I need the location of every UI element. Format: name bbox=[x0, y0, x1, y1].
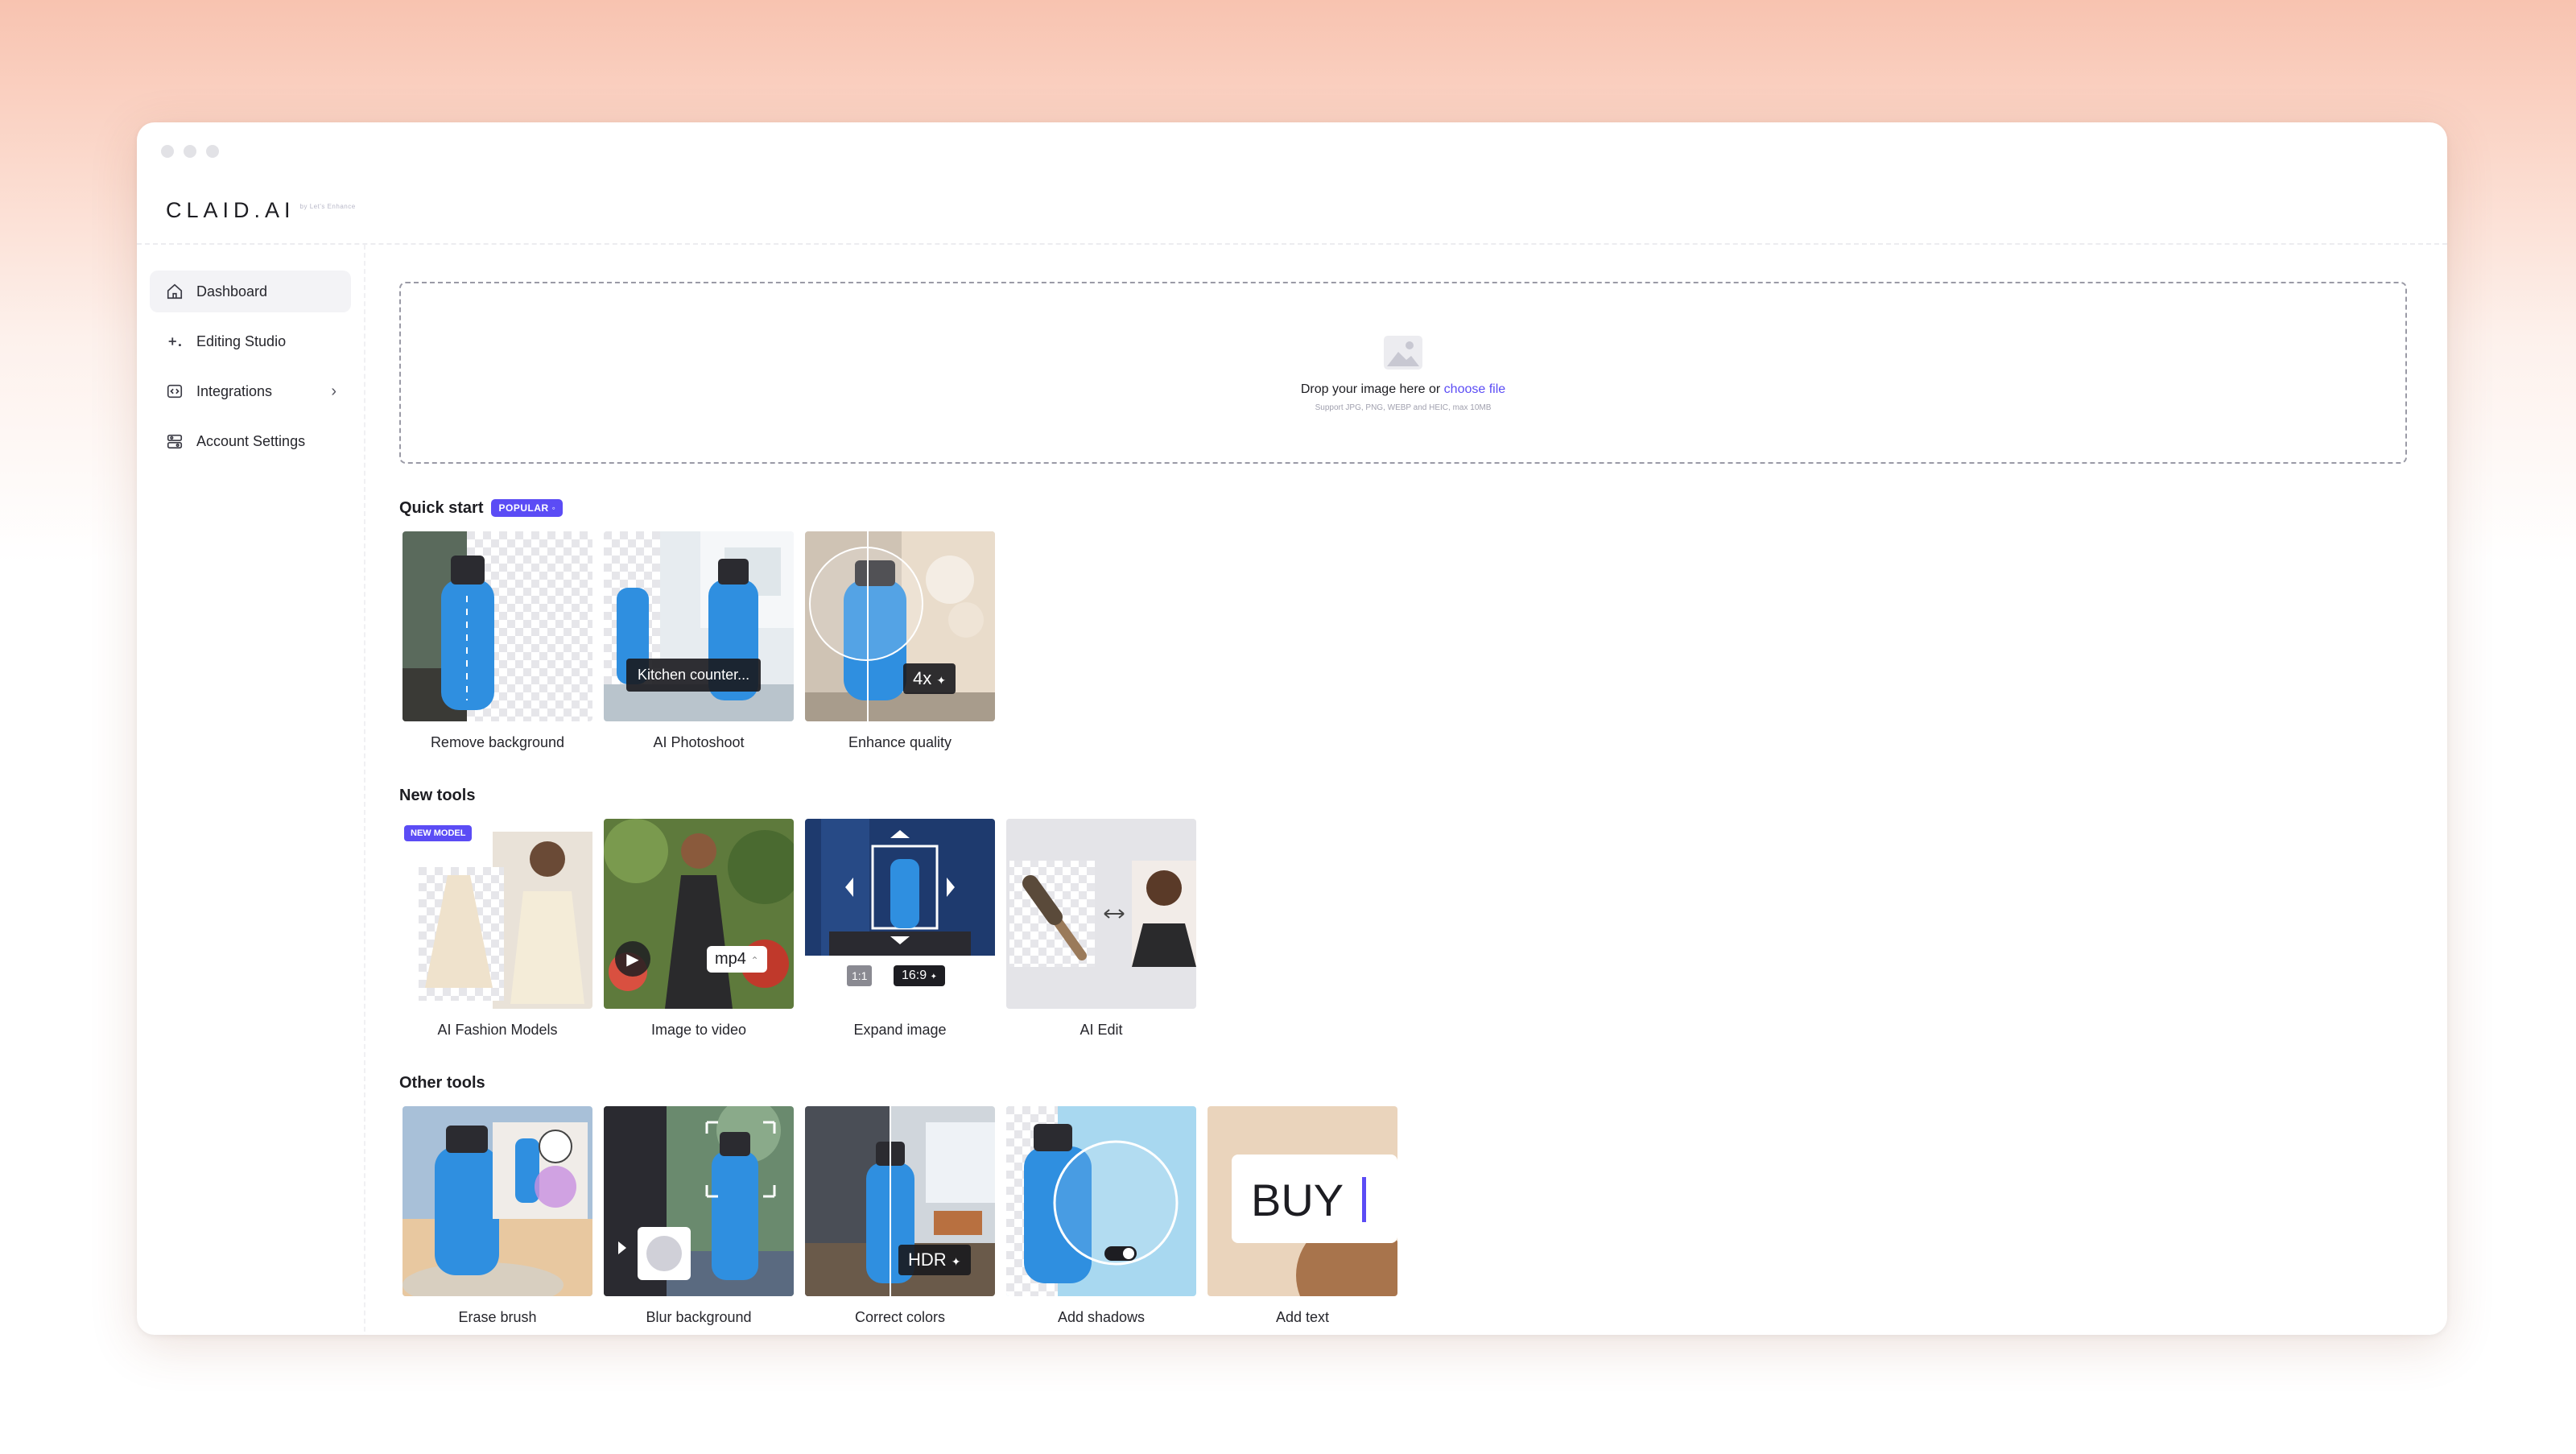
tool-thumbnail: NEW MODEL bbox=[402, 819, 592, 1009]
tool-label: Blur background bbox=[646, 1309, 752, 1325]
sidebar-item-account-settings[interactable]: Account Settings bbox=[150, 420, 351, 462]
sparkle-plus-icon bbox=[164, 331, 185, 352]
upload-text: Drop your image here or choose file bbox=[1301, 382, 1505, 397]
tool-label: Enhance quality bbox=[848, 734, 952, 750]
new-tools-title: New tools bbox=[399, 786, 476, 804]
tool-label: AI Photoshoot bbox=[653, 734, 745, 750]
tool-thumbnail bbox=[402, 531, 592, 721]
tool-thumbnail: HDR ✦ bbox=[805, 1106, 995, 1296]
home-icon bbox=[164, 281, 185, 302]
tool-label: Remove background bbox=[430, 734, 565, 750]
sparkle-icon: ✦ bbox=[951, 1255, 961, 1268]
tool-thumbnail bbox=[604, 1106, 794, 1296]
tool-label: Image to video bbox=[650, 1022, 747, 1038]
window-maximize-dot[interactable] bbox=[206, 145, 219, 158]
tool-card-correct-colors[interactable]: HDR ✦ Correct colors bbox=[805, 1106, 995, 1326]
tool-card-expand-image[interactable]: 1:1 16:9 ✦ Expand image bbox=[805, 819, 995, 1039]
tool-card-ai-edit[interactable]: AI Edit bbox=[1006, 819, 1196, 1039]
format-selector[interactable]: mp4 ⌃ bbox=[707, 946, 767, 973]
popular-badge: POPULAR ◦ bbox=[491, 499, 564, 517]
tool-thumbnail: Kitchen counter... bbox=[604, 531, 794, 721]
upscale-overlay: 4x ✦ bbox=[903, 663, 956, 694]
window-close-dot[interactable] bbox=[161, 145, 174, 158]
quick-start-cards: Remove background Kitchen counter... AI … bbox=[402, 531, 2412, 751]
sparkle-icon: ✦ bbox=[936, 674, 947, 687]
ratio-option-wide[interactable]: 16:9 ✦ bbox=[894, 965, 945, 986]
sidebar-divider bbox=[364, 245, 365, 1335]
tool-thumbnail bbox=[402, 1106, 592, 1296]
tool-thumbnail: 4x ✦ bbox=[805, 531, 995, 721]
choose-file-link[interactable]: choose file bbox=[1444, 382, 1506, 396]
tool-card-add-shadows[interactable]: Add shadows bbox=[1006, 1106, 1196, 1326]
prompt-overlay: Kitchen counter... bbox=[626, 659, 762, 692]
new-model-badge: NEW MODEL bbox=[404, 825, 473, 841]
logo[interactable]: CLAID.AI by Let's Enhance bbox=[166, 198, 356, 223]
fire-icon: ◦ bbox=[551, 502, 556, 514]
section-title: Other tools bbox=[399, 1071, 2412, 1095]
chevron-right-icon[interactable]: › bbox=[331, 382, 336, 401]
tool-label: Erase brush bbox=[458, 1309, 537, 1325]
quick-start-section: Quick start POPULAR ◦ Remove background … bbox=[399, 496, 2412, 751]
ratio-value: 16:9 bbox=[902, 969, 927, 982]
tool-card-image-to-video[interactable]: ▶ mp4 ⌃ Image to video bbox=[604, 819, 794, 1039]
sidebar-item-integrations[interactable]: Integrations › bbox=[150, 370, 351, 412]
upload-subtext: Support JPG, PNG, WEBP and HEIC, max 10M… bbox=[1315, 403, 1492, 412]
tool-card-add-text[interactable]: BUY Add text bbox=[1208, 1106, 1397, 1326]
popular-badge-text: POPULAR bbox=[498, 502, 549, 514]
section-title: Quick start POPULAR ◦ bbox=[399, 496, 2412, 520]
sidebar: Dashboard Editing Studio Integrations › … bbox=[150, 271, 351, 470]
sidebar-item-label: Integrations bbox=[196, 382, 273, 399]
main-content: Drop your image here or choose file Supp… bbox=[399, 282, 2412, 1326]
app-window: CLAID.AI by Let's Enhance Dashboard Edit… bbox=[137, 122, 2447, 1335]
tool-card-remove-background[interactable]: Remove background bbox=[402, 531, 592, 751]
tool-thumbnail: ▶ mp4 ⌃ bbox=[604, 819, 794, 1009]
tool-thumbnail: BUY bbox=[1208, 1106, 1397, 1296]
play-icon[interactable]: ▶ bbox=[615, 941, 650, 977]
tool-card-enhance-quality[interactable]: 4x ✦ Enhance quality bbox=[805, 531, 995, 751]
new-tools-section: New tools NEW MODEL AI Fashion Models ▶ … bbox=[399, 783, 2412, 1039]
tool-thumbnail bbox=[1006, 819, 1196, 1009]
hdr-overlay: HDR ✦ bbox=[898, 1245, 971, 1275]
upload-prompt: Drop your image here or bbox=[1300, 382, 1444, 396]
hdr-label: HDR bbox=[908, 1250, 947, 1270]
other-tools-section: Other tools Erase brush Blur background … bbox=[399, 1071, 2412, 1326]
quick-start-title: Quick start bbox=[399, 498, 484, 517]
tool-card-erase-brush[interactable]: Erase brush bbox=[402, 1106, 592, 1326]
logo-text: CLAID.AI bbox=[166, 198, 295, 222]
other-tools-cards: Erase brush Blur background HDR ✦ Correc… bbox=[402, 1106, 2412, 1326]
window-controls bbox=[161, 145, 219, 158]
chevron-up-icon: ⌃ bbox=[750, 955, 759, 966]
window-minimize-dot[interactable] bbox=[184, 145, 196, 158]
tool-label: AI Edit bbox=[1080, 1022, 1123, 1038]
tool-label: AI Fashion Models bbox=[437, 1022, 558, 1038]
tool-thumbnail bbox=[1006, 1106, 1196, 1296]
tool-card-blur-background[interactable]: Blur background bbox=[604, 1106, 794, 1326]
other-tools-title: Other tools bbox=[399, 1073, 485, 1092]
sidebar-item-label: Editing Studio bbox=[196, 333, 287, 349]
upscale-factor: 4x bbox=[913, 668, 932, 688]
code-icon bbox=[164, 381, 185, 402]
upload-dropzone[interactable]: Drop your image here or choose file Supp… bbox=[399, 282, 2407, 464]
image-icon bbox=[1384, 335, 1422, 370]
tool-label: Add text bbox=[1275, 1309, 1330, 1325]
sidebar-item-editing-studio[interactable]: Editing Studio bbox=[150, 320, 351, 362]
tool-label: Expand image bbox=[853, 1022, 947, 1038]
sidebar-item-label: Account Settings bbox=[196, 432, 306, 449]
sparkle-icon: ✦ bbox=[930, 973, 937, 981]
new-tools-cards: NEW MODEL AI Fashion Models ▶ mp4 ⌃ Imag… bbox=[402, 819, 2412, 1039]
sidebar-item-label: Dashboard bbox=[196, 283, 268, 299]
logo-subtext: by Let's Enhance bbox=[299, 203, 356, 210]
tool-card-ai-photoshoot[interactable]: Kitchen counter... AI Photoshoot bbox=[604, 531, 794, 751]
buy-text-overlay: BUY bbox=[1251, 1175, 1344, 1225]
section-title: New tools bbox=[399, 783, 2412, 808]
tool-thumbnail: 1:1 16:9 ✦ bbox=[805, 819, 995, 1009]
settings-icon bbox=[164, 431, 185, 452]
tool-card-ai-fashion-models[interactable]: NEW MODEL AI Fashion Models bbox=[402, 819, 592, 1039]
tool-label: Correct colors bbox=[854, 1309, 946, 1325]
ratio-option-square[interactable]: 1:1 bbox=[847, 965, 873, 986]
top-bar: CLAID.AI by Let's Enhance bbox=[137, 122, 2447, 245]
format-value: mp4 bbox=[715, 950, 746, 968]
sidebar-item-dashboard[interactable]: Dashboard bbox=[150, 271, 351, 312]
tool-label: Add shadows bbox=[1057, 1309, 1146, 1325]
